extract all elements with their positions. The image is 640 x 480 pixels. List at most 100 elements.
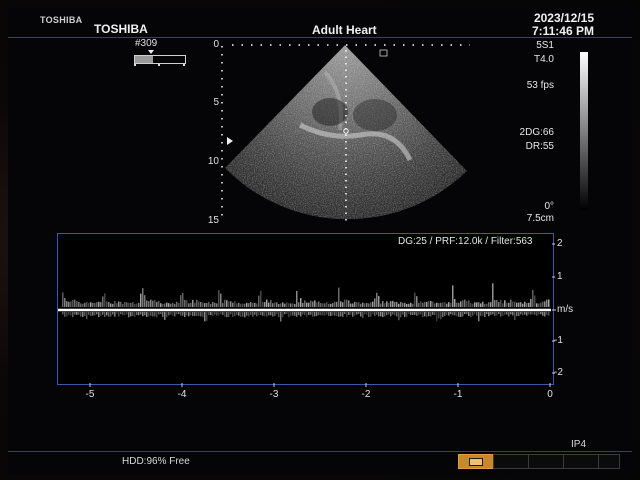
spectral-trace-reverse — [344, 312, 346, 315]
spectral-trace-reverse — [478, 312, 480, 322]
spectral-trace-reverse — [288, 312, 290, 318]
spectral-trace-forward — [198, 301, 200, 307]
spectral-trace-reverse — [98, 312, 100, 318]
spectral-trace-reverse — [74, 312, 76, 315]
spectral-trace-reverse — [520, 312, 522, 315]
spectral-trace-reverse — [188, 312, 190, 317]
spectral-trace-forward — [66, 301, 68, 307]
spectral-trace-forward — [280, 303, 282, 307]
function-key-5[interactable] — [598, 454, 620, 469]
spectral-trace-forward — [438, 302, 440, 307]
spectral-trace-forward — [542, 301, 544, 307]
spectral-trace-reverse — [170, 312, 172, 315]
spectral-trace-forward — [174, 303, 176, 307]
spectral-trace-reverse — [144, 312, 146, 316]
spectral-trace-forward — [352, 303, 354, 307]
spectral-trace-forward — [544, 301, 546, 307]
function-key-1[interactable] — [458, 454, 494, 469]
spectral-trace-reverse — [514, 312, 516, 321]
spectral-trace-forward — [442, 302, 444, 307]
spectral-trace-reverse — [512, 312, 514, 316]
spectral-trace-forward — [124, 302, 126, 307]
spectral-trace-forward — [534, 295, 536, 307]
spectral-trace-reverse — [208, 312, 210, 316]
spectral-trace-reverse — [450, 312, 452, 315]
doppler-parameters: DG:25 / PRF:12.0k / Filter:563 — [398, 236, 533, 247]
spectral-trace-reverse — [532, 312, 534, 315]
spectral-trace-reverse — [82, 312, 84, 317]
spectral-trace-reverse — [452, 312, 454, 316]
spectral-trace-forward — [240, 303, 242, 307]
spectral-trace-forward — [454, 298, 456, 307]
function-key-3[interactable] — [528, 454, 564, 469]
spectral-trace-reverse — [216, 312, 218, 316]
spectral-trace-forward — [178, 303, 180, 307]
spectral-trace-forward — [272, 303, 274, 307]
spectral-trace-reverse — [418, 312, 420, 315]
spectral-trace-reverse — [220, 312, 222, 315]
spectral-trace-reverse — [332, 312, 334, 316]
spectral-trace-reverse — [194, 312, 196, 316]
spectral-trace-forward — [192, 299, 194, 307]
spectral-trace-reverse — [486, 312, 488, 315]
spectral-trace-reverse — [326, 312, 328, 315]
spectral-trace-forward — [78, 301, 80, 307]
velocity-tick-neg1: -1 — [554, 335, 563, 346]
spectral-trace-reverse — [314, 312, 316, 317]
spectral-trace-forward — [430, 300, 432, 307]
spectral-trace-forward — [308, 302, 310, 307]
spectral-trace-reverse — [456, 312, 458, 317]
spectral-trace-forward — [142, 288, 144, 307]
spectral-trace-reverse — [256, 312, 258, 317]
spectral-trace-forward — [486, 303, 488, 307]
spectral-trace-forward — [162, 303, 164, 307]
spectral-trace-forward — [464, 299, 466, 307]
spectral-trace-forward — [212, 301, 214, 307]
spectral-trace-forward — [326, 302, 328, 307]
spectral-trace-reverse — [160, 312, 162, 315]
spectral-trace-forward — [184, 300, 186, 307]
spectral-trace-reverse — [298, 312, 300, 316]
spectral-trace-forward — [536, 303, 538, 307]
velocity-unit: m/s — [557, 304, 574, 315]
spectral-trace-reverse — [64, 312, 66, 317]
spectral-trace-forward — [332, 302, 334, 307]
spectral-trace-forward — [394, 302, 396, 307]
spectral-trace-forward — [168, 303, 170, 307]
spectral-trace-reverse — [526, 312, 528, 316]
spectral-trace-forward — [242, 303, 244, 307]
spectral-trace-forward — [114, 301, 116, 307]
spectral-trace-forward — [126, 302, 128, 307]
spectral-trace-forward — [228, 301, 230, 307]
spectral-trace-reverse — [150, 312, 152, 316]
spectral-trace-reverse — [540, 312, 542, 315]
spectral-trace-forward — [488, 302, 490, 307]
spectral-trace-forward — [318, 301, 320, 307]
spectral-trace-forward — [76, 300, 78, 307]
spectral-trace-reverse — [396, 312, 398, 317]
function-key-2[interactable] — [493, 454, 529, 469]
spectral-trace-forward — [520, 302, 522, 307]
spectral-trace-forward — [306, 302, 308, 307]
spectral-trace-forward — [470, 302, 472, 307]
spectral-trace-forward — [164, 303, 166, 307]
spectral-trace-reverse — [158, 312, 160, 315]
spectral-trace-forward — [462, 300, 464, 307]
spectral-trace-forward — [260, 290, 262, 307]
spectral-trace-forward — [220, 293, 222, 307]
spectral-trace-reverse — [302, 312, 304, 315]
spectral-trace-reverse — [248, 312, 250, 317]
spectral-trace-forward — [276, 302, 278, 307]
function-key-4[interactable] — [563, 454, 599, 469]
spectral-trace-forward — [298, 302, 300, 307]
spectral-trace-reverse — [402, 312, 404, 315]
spectral-trace-forward — [406, 303, 408, 307]
spectral-trace-reverse — [380, 312, 382, 317]
spectral-trace-forward — [156, 301, 158, 307]
spectral-trace-reverse — [120, 312, 122, 315]
spectral-trace-reverse — [356, 312, 358, 315]
spectral-trace-forward — [256, 303, 258, 307]
spectral-trace-forward — [548, 299, 550, 307]
spectral-trace-reverse — [222, 312, 224, 315]
spectral-trace-reverse — [152, 312, 154, 317]
